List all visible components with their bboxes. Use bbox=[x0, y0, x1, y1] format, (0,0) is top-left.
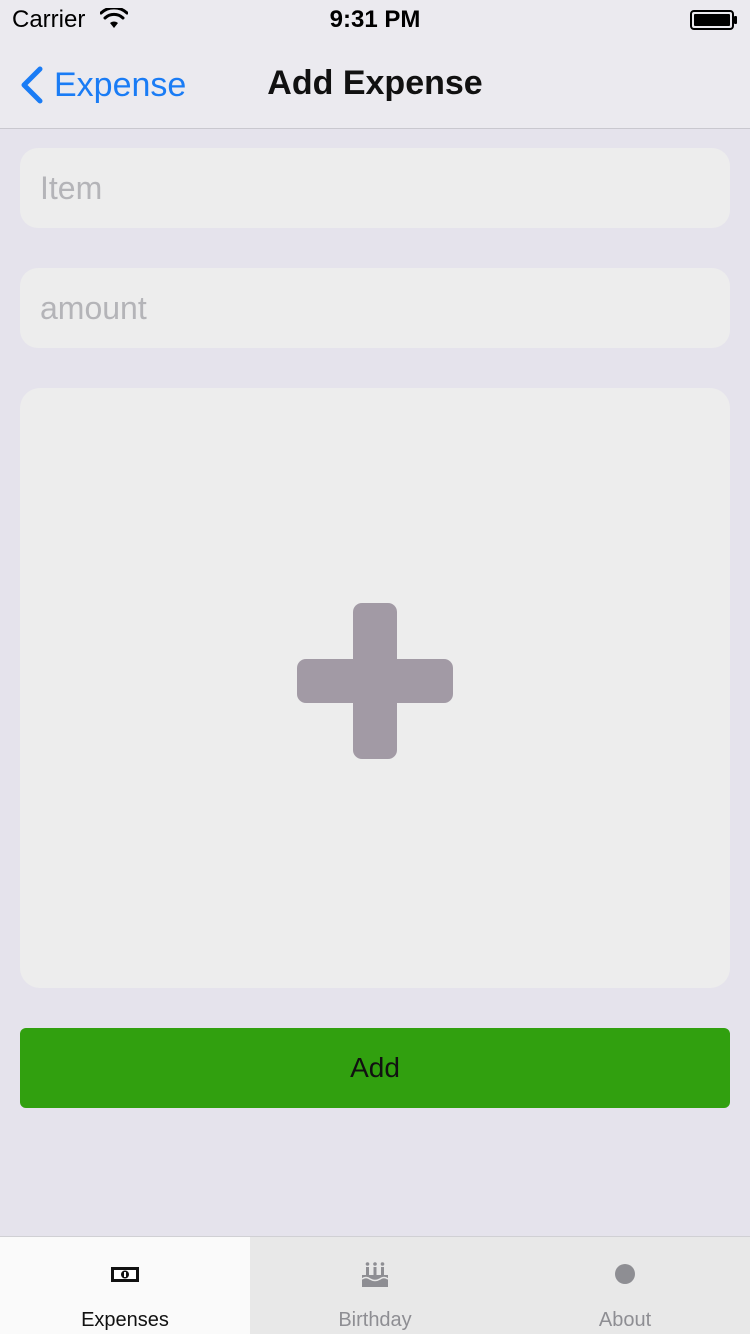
amount-field[interactable] bbox=[20, 268, 730, 348]
add-button[interactable]: Add bbox=[20, 1028, 730, 1108]
add-expense-screen: Carrier 9:31 PM Expense Add Expense Add bbox=[0, 0, 750, 1334]
status-bar: Carrier 9:31 PM bbox=[0, 0, 750, 40]
back-button-label: Expense bbox=[54, 65, 187, 104]
money-icon bbox=[111, 1267, 139, 1282]
add-photo-area[interactable] bbox=[20, 388, 730, 988]
back-button[interactable]: Expense bbox=[18, 64, 186, 106]
battery-icon bbox=[690, 10, 737, 30]
navigation-bar: Expense Add Expense bbox=[0, 40, 750, 129]
tab-label: About bbox=[598, 1309, 652, 1331]
clock-time: 9:31 PM bbox=[329, 6, 421, 33]
tab-label: Birthday bbox=[338, 1309, 412, 1331]
plus-icon bbox=[297, 603, 453, 759]
circle-icon bbox=[615, 1264, 635, 1284]
tab-label: Expenses bbox=[81, 1309, 169, 1331]
tab-about[interactable]: About bbox=[500, 1237, 750, 1334]
item-field[interactable] bbox=[20, 148, 730, 228]
cake-icon bbox=[361, 1262, 389, 1287]
chevron-left-icon bbox=[21, 66, 43, 104]
tab-birthday[interactable]: Birthday bbox=[250, 1237, 500, 1334]
tab-bar: Expenses Birthday About bbox=[0, 1236, 750, 1334]
tab-expenses[interactable]: Expenses bbox=[0, 1237, 250, 1334]
